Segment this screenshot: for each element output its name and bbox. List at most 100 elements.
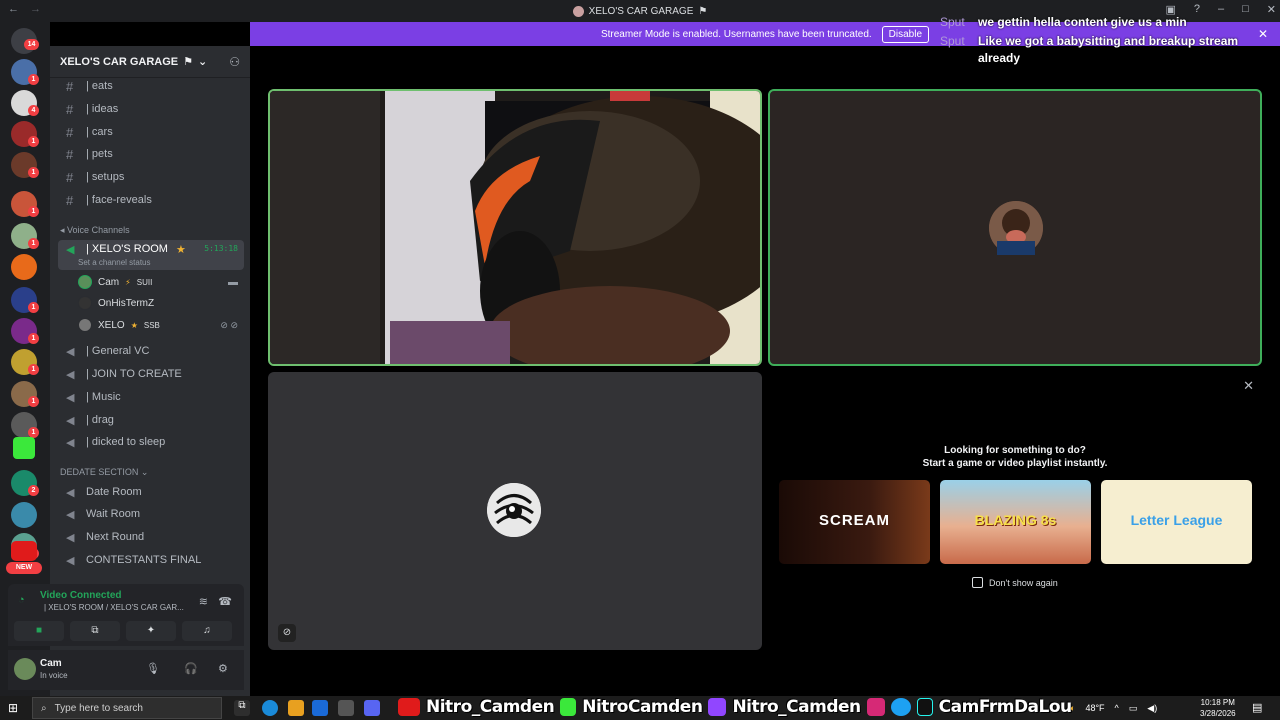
voice-channel-general[interactable]: ◀ | General VC (58, 341, 244, 361)
star-icon: ★ (130, 320, 138, 330)
speaker-icon: ◀ (66, 414, 75, 427)
banner-text: Streamer Mode is enabled. Usernames have… (600, 28, 872, 40)
voice-channel-sleep[interactable]: ◀ | dicked to sleep (58, 432, 244, 452)
activities-button[interactable]: ✦ (126, 621, 176, 641)
soundboard-button[interactable]: ♫ (182, 621, 232, 641)
app-icon[interactable] (288, 700, 304, 716)
guild-header[interactable]: XELO'S CAR GARAGE ⚑ ⌄ ⚇ (50, 46, 250, 78)
checkbox[interactable] (972, 577, 983, 588)
disable-button[interactable]: Disable (881, 25, 930, 43)
channel-status-input[interactable]: Set a channel status (78, 258, 151, 267)
task-view-icon[interactable]: ⧉ (234, 700, 250, 716)
clock[interactable]: 10:18 PM 3/28/2026 (1200, 697, 1236, 719)
weather-icon[interactable]: ◐ (1070, 703, 1075, 713)
channel-ideas[interactable]: # | ideas (58, 99, 244, 119)
speaker-icon: ◀ (66, 531, 75, 544)
speaker-icon: ◀ (66, 436, 75, 449)
voice-channel-date-room[interactable]: ◀ Date Room (58, 482, 244, 502)
speaker-icon: ◀ (66, 486, 75, 499)
server-icon[interactable] (11, 541, 37, 561)
activity-card-letter-league[interactable]: Letter League (1101, 480, 1252, 564)
voice-channel-contestants-final[interactable]: ◀ CONTESTANTS FINAL (58, 550, 244, 570)
avatar (487, 483, 541, 537)
hash-icon: # (66, 169, 74, 185)
kick-server-icon[interactable] (13, 437, 35, 459)
voice-user[interactable]: XELO ★ SSB ⊘ ⊘ (78, 316, 244, 334)
camera-button[interactable]: ■ (14, 621, 64, 641)
activity-card-blazing-8s[interactable]: BLAZING 8s (940, 480, 1091, 564)
avatar[interactable] (14, 658, 36, 680)
hash-icon: # (66, 101, 74, 117)
chevron-up-icon[interactable]: ^ (1115, 703, 1119, 713)
headphones-icon[interactable]: 🎧 (184, 662, 198, 675)
hash-icon: # (66, 124, 74, 140)
voice-channel-drag[interactable]: ◀ | drag (58, 410, 244, 430)
discord-icon[interactable] (364, 700, 380, 716)
voice-channel-join-to-create[interactable]: ◀ | JOIN TO CREATE (58, 364, 244, 384)
gear-icon[interactable]: ⚙ (218, 662, 228, 675)
star-icon: ★ (175, 244, 186, 256)
microphone-icon[interactable]: 🎙 (146, 662, 160, 675)
voice-channel-next-round[interactable]: ◀ Next Round (58, 527, 244, 547)
muted-icon: ⊘ ⊘ (220, 319, 238, 330)
hash-icon: # (66, 78, 74, 94)
server-badge: 1 (28, 396, 39, 407)
channel-pets[interactable]: # | pets (58, 144, 244, 164)
outlook-icon[interactable] (312, 700, 328, 716)
close-icon[interactable]: ✕ (1243, 378, 1254, 394)
new-badge: NEW (6, 562, 42, 574)
network-icon[interactable]: ▭ (1129, 703, 1138, 714)
voice-status[interactable]: Video Connected (40, 590, 122, 601)
video-tile-user[interactable]: ⊘ (268, 372, 762, 650)
channel-setups[interactable]: # | setups (58, 167, 244, 187)
avatar (78, 296, 92, 310)
app-icon[interactable] (338, 700, 354, 716)
channel-cars[interactable]: # | cars (58, 122, 244, 142)
window-title: XELO'S CAR GARAGE ⚑ (572, 5, 707, 17)
windows-taskbar: ⊞ ⌕ Type here to search ⧉ Nitro_Camden N… (0, 696, 1280, 720)
user-panel: Cam In voice 🎙 🎧 ⚙ (8, 650, 244, 690)
kick-icon (560, 698, 577, 716)
voice-user[interactable]: Cam ⚡ SUII ▬ (78, 273, 244, 291)
dont-show-again-checkbox[interactable]: Don't show again (972, 577, 1058, 588)
server-icon[interactable] (11, 502, 37, 528)
avatar (78, 318, 92, 332)
server-icon[interactable] (11, 254, 37, 280)
server-icon (572, 5, 584, 17)
volume-icon[interactable]: ◀) (1147, 703, 1157, 714)
forward-arrow-icon[interactable]: → (30, 3, 41, 15)
screenshare-button[interactable]: ⧉ (70, 621, 120, 641)
youtube-icon (398, 698, 420, 716)
back-arrow-icon[interactable]: ← (8, 3, 19, 15)
voice-channel-wait-room[interactable]: ◀ Wait Room (58, 504, 244, 524)
chat-line: Sput Like we got a babysitting and break… (940, 33, 1260, 67)
disconnect-icon[interactable]: ☎ (218, 595, 232, 608)
server-badge: 1 (28, 302, 39, 313)
add-member-icon[interactable]: ⚇ (229, 55, 240, 69)
voice-channel-music[interactable]: ◀ | Music (58, 387, 244, 407)
server-badge: 1 (28, 333, 39, 344)
tiktok-icon (916, 698, 933, 716)
video-tile-camera[interactable] (268, 89, 762, 366)
voice-category[interactable]: ◂ Voice Channels (58, 225, 130, 236)
chat-message: Like we got a babysitting and breakup st… (978, 34, 1239, 65)
windows-start-icon[interactable]: ⊞ (8, 701, 18, 715)
edge-icon[interactable] (262, 700, 278, 716)
camera-icon: ▬ (228, 276, 238, 288)
close-window-icon[interactable]: ✕ (1267, 3, 1276, 16)
video-tile-user[interactable] (768, 89, 1262, 366)
dedate-category[interactable]: DEDATE SECTION ⌄ (58, 467, 148, 478)
user-name: Cam (40, 658, 62, 669)
noise-suppression-icon[interactable]: ≋ (199, 595, 208, 608)
activity-card-scream[interactable]: SCREAM (779, 480, 930, 564)
voice-location[interactable]: | XELO'S ROOM / XELO'S CAR GAR... (44, 603, 184, 612)
taskbar-search[interactable]: ⌕ Type here to search (32, 697, 222, 719)
voice-user[interactable]: OnHisTermZ (78, 294, 244, 312)
weather-temp[interactable]: 48°F (1085, 703, 1104, 713)
speaker-icon: ◀ (66, 345, 75, 358)
notification-icon[interactable]: ▤ (1252, 701, 1262, 714)
channel-face-reveals[interactable]: # | face-reveals (58, 190, 244, 210)
channel-eats[interactable]: # | eats (58, 76, 244, 96)
avatar (989, 201, 1043, 255)
user-status: In voice (40, 671, 68, 680)
